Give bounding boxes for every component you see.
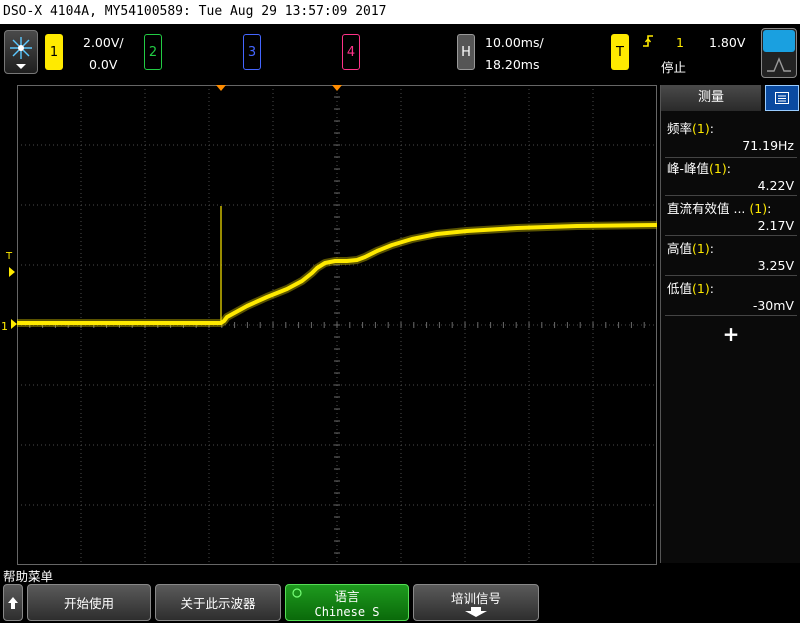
measurement-value: -30mV — [752, 298, 794, 313]
tab-measurements[interactable]: 测量 — [661, 85, 761, 111]
about-oscilloscope-button[interactable]: 关于此示波器 — [155, 584, 281, 621]
waveform-display[interactable] — [17, 85, 657, 565]
starburst-logo-icon — [10, 37, 32, 69]
zoom-waveform-icon — [767, 57, 791, 72]
dropdown-arrow-icon — [16, 64, 26, 69]
channel-1-button[interactable]: 1 — [45, 34, 63, 70]
measurement-name: 高值(1): — [667, 241, 714, 256]
channel-4-button[interactable]: 4 — [342, 34, 360, 70]
ground-arrow-icon — [11, 319, 17, 329]
horizontal-button[interactable]: H — [457, 34, 475, 70]
channel-1-scale: 2.00V/ — [83, 35, 124, 50]
measurement-value: 4.22V — [757, 178, 794, 193]
getting-started-button[interactable]: 开始使用 — [27, 584, 151, 621]
acquisition-status: 停止 — [661, 60, 687, 75]
horizontal-time-per-div: 10.00ms/ — [485, 35, 544, 50]
title-bar: DSO-X 4104A, MY54100589: Tue Aug 29 13:5… — [0, 0, 800, 24]
measurement-name: 峰-峰值(1): — [667, 161, 731, 176]
channel-1-ground-label: 1 — [1, 320, 8, 333]
trigger-button[interactable]: T — [611, 34, 629, 70]
trigger-level-marker: T — [6, 251, 18, 277]
rotary-knob-icon — [292, 588, 302, 598]
up-arrow-icon — [8, 596, 18, 609]
measurement-name: 低值(1): — [667, 281, 714, 296]
main-menu-button[interactable] — [4, 30, 38, 74]
measurements-list-button[interactable] — [765, 85, 799, 111]
channel-2-button[interactable]: 2 — [144, 34, 162, 70]
softkey-menu-title: 帮助菜单 — [3, 569, 54, 584]
horizontal-delay: 18.20ms — [485, 57, 540, 72]
submenu-down-arrow-icon — [465, 607, 487, 617]
language-button[interactable]: 语言 Chinese S — [285, 584, 409, 621]
control-bar: 1 2.00V/ 0.0V 2 3 4 H 10.00ms/ 18.20ms T… — [0, 24, 800, 84]
training-signals-button[interactable]: 培训信号 — [413, 584, 539, 621]
measurement-value: 3.25V — [757, 258, 794, 273]
measurement-name: 频率(1): — [667, 121, 714, 136]
trigger-arrow-icon — [9, 267, 15, 277]
add-measurement-button[interactable]: + — [719, 321, 743, 347]
measurement-value: 71.19Hz — [742, 138, 794, 153]
channel-1-offset: 0.0V — [89, 57, 118, 72]
list-icon — [775, 92, 789, 104]
channel-1-ground-marker: 1 — [1, 315, 17, 335]
touch-toggle-button[interactable] — [761, 28, 797, 78]
menu-up-button[interactable] — [3, 584, 23, 621]
trigger-level: 1.80V — [709, 35, 746, 50]
measurement-value: 2.17V — [757, 218, 794, 233]
rising-edge-icon — [643, 35, 653, 47]
trigger-source: 1 — [676, 35, 684, 50]
channel-3-button[interactable]: 3 — [243, 34, 261, 70]
measurement-name: 直流有效值 ... (1): — [667, 201, 772, 216]
measurements-panel: 测量 频率(1): 71.19Hz 峰-峰值(1): 4.22V 直流有效值 .… — [660, 85, 800, 563]
touch-icon — [763, 30, 795, 52]
delay-reference-marker — [332, 85, 342, 91]
trigger-level-label: T — [6, 251, 13, 262]
trigger-position-marker — [216, 85, 226, 91]
